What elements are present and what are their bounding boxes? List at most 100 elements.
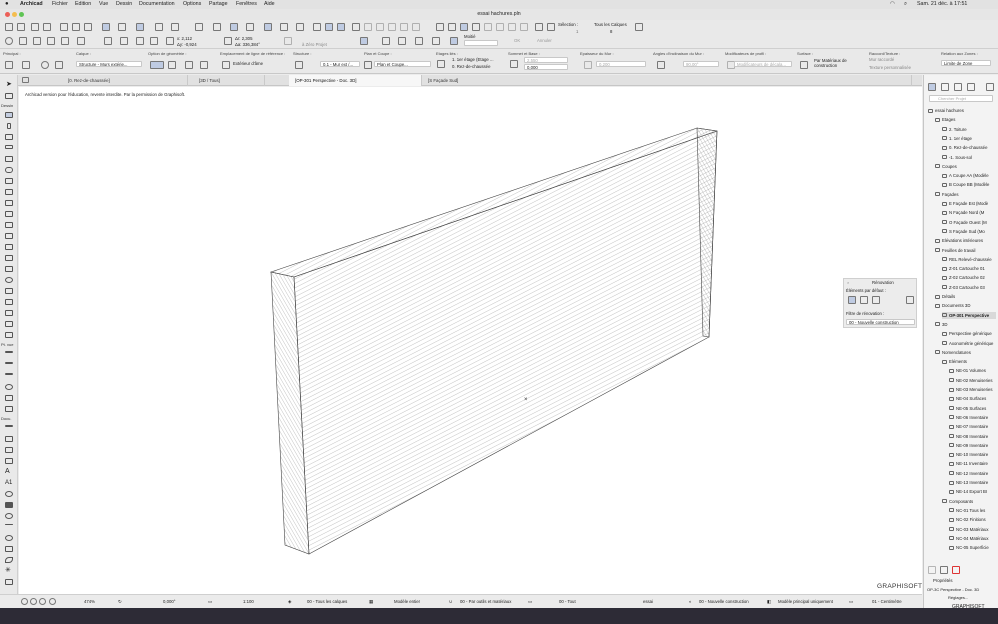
section-tool[interactable] xyxy=(5,351,13,353)
navigator-item[interactable]: B Coupe BB (Modèle xyxy=(942,181,996,188)
thickness-icon[interactable] xyxy=(584,61,592,69)
cut-icon[interactable] xyxy=(264,23,272,31)
ruler-icon[interactable] xyxy=(77,37,85,45)
plan-section-select[interactable]: Plan et Coupe... xyxy=(374,61,431,67)
layers-icon[interactable] xyxy=(213,23,221,31)
navigator-item[interactable]: NE-09 Inventaire xyxy=(949,442,996,449)
structure-icon[interactable]: ◧ xyxy=(767,599,771,605)
linked-stories-icon[interactable] xyxy=(437,60,445,68)
navigator-item[interactable]: E Façade Est (Modè xyxy=(942,200,996,207)
drag-icon[interactable] xyxy=(412,23,420,31)
navigator-item[interactable]: 2. Toiture xyxy=(942,126,996,133)
opening-tool[interactable] xyxy=(5,255,13,261)
zoom-in-icon[interactable] xyxy=(496,23,504,31)
worksheet-tool[interactable] xyxy=(5,384,13,390)
layer-select[interactable]: Structure - Murs extérie... xyxy=(76,61,142,67)
project-value[interactable]: essai xyxy=(643,599,653,604)
trim-icon[interactable] xyxy=(364,23,372,31)
trapezoid-wall-icon[interactable] xyxy=(185,61,193,69)
redo-icon[interactable] xyxy=(43,23,51,31)
top-base-icon[interactable] xyxy=(510,60,518,68)
guide-icon[interactable] xyxy=(195,23,203,31)
lock-icon[interactable] xyxy=(166,37,174,45)
navigator-item[interactable]: NC-03 Matériaux xyxy=(949,526,996,533)
info-icon[interactable] xyxy=(5,37,13,45)
model-view-icon[interactable]: ▦ xyxy=(369,599,373,605)
zoom-in-status-icon[interactable] xyxy=(30,598,37,605)
plan-section-icon[interactable] xyxy=(364,61,372,69)
hotspot-tool[interactable]: ✳ xyxy=(5,567,13,574)
cancel-icon[interactable] xyxy=(104,37,112,45)
navigator-item[interactable]: Elévations intérieures xyxy=(935,237,996,244)
zone-stamp-tool[interactable] xyxy=(5,491,13,497)
navigator-item[interactable]: OP-301 Perspective xyxy=(942,311,996,319)
marquee-tool[interactable] xyxy=(5,93,13,99)
line-tool[interactable] xyxy=(5,524,13,525)
structure-display-value[interactable]: Modèle principal uniquement xyxy=(778,599,833,604)
polyline-tool[interactable] xyxy=(5,546,13,552)
coord-angle[interactable]: Δa: 336,384° xyxy=(235,42,260,47)
marquee-icon[interactable] xyxy=(448,23,456,31)
dimension-value[interactable]: 01 - Centimètre xyxy=(872,599,902,604)
slab-tool[interactable] xyxy=(5,145,13,149)
wall-end-tool[interactable] xyxy=(5,321,13,327)
grid-element-tool[interactable] xyxy=(5,332,13,338)
stretch-icon[interactable] xyxy=(352,23,360,31)
absolute-coord-icon[interactable] xyxy=(136,37,144,45)
layer-combination[interactable]: 00 - Tous les calques xyxy=(307,599,347,604)
navigator-item[interactable]: 1. 1er étage xyxy=(942,135,996,142)
corner-window-tool[interactable] xyxy=(5,222,13,228)
navigator-item[interactable]: Documents 3D xyxy=(935,302,996,309)
clock-text[interactable]: Sam. 21 déc. à 17:51 xyxy=(917,0,967,9)
cursor-snap-icon[interactable] xyxy=(484,23,492,31)
lamp-tool[interactable] xyxy=(5,277,13,283)
navigator-item[interactable]: NE-14 Export BI xyxy=(949,488,996,495)
navigator-item[interactable]: Z-02 Cartouche 02 xyxy=(942,274,996,281)
line-method-icon[interactable] xyxy=(102,23,110,31)
spline-tool[interactable] xyxy=(5,557,13,563)
beam-tool[interactable] xyxy=(5,134,13,140)
navigator-item[interactable]: 3D xyxy=(935,321,996,328)
junction-value[interactable]: Mur raccordé xyxy=(867,57,896,63)
roof-tool[interactable] xyxy=(5,156,13,162)
polyline-method-icon[interactable] xyxy=(118,23,126,31)
snap-icon[interactable] xyxy=(171,23,179,31)
display-value[interactable]: 00 - Tout xyxy=(559,599,576,604)
top-value[interactable]: 2,550 xyxy=(524,57,568,63)
fill2-tool[interactable] xyxy=(5,513,13,519)
wall-settings-icon[interactable] xyxy=(22,61,30,69)
navigator-item[interactable]: Façades xyxy=(935,191,996,198)
reference-line-value[interactable]: Extérieur d'âme xyxy=(231,61,265,67)
window-tool[interactable] xyxy=(5,211,13,217)
texture-value[interactable]: Texture personnalisée xyxy=(867,65,913,71)
menu-options[interactable]: Options xyxy=(183,0,201,9)
navigator-item[interactable]: Etages xyxy=(935,116,996,123)
menu-dessin[interactable]: Dessin xyxy=(116,0,132,9)
bounce-icon[interactable] xyxy=(415,37,423,45)
radial-dimension-tool[interactable] xyxy=(5,447,13,453)
figure-tool[interactable] xyxy=(5,579,13,585)
wall-tool[interactable] xyxy=(5,112,13,118)
wall-slant-value[interactable]: 90,00° xyxy=(683,61,719,67)
navigator-item[interactable]: NE-03 Menuiseries xyxy=(949,386,996,393)
navigator-item[interactable]: Perspective générique xyxy=(942,330,996,337)
relative-coord-icon[interactable] xyxy=(150,37,158,45)
render-icon[interactable] xyxy=(296,23,304,31)
change-tool[interactable] xyxy=(5,406,13,412)
new-view-icon[interactable] xyxy=(928,566,936,574)
new-status-icon[interactable] xyxy=(872,296,880,304)
wall-reference-icon[interactable] xyxy=(41,61,49,69)
top-story-value[interactable]: 1. 1er étage (Etage ... xyxy=(450,57,496,63)
navigator-item[interactable]: NC-04 Matériaux xyxy=(949,535,996,542)
navigator-item[interactable]: -1. Sous-sol xyxy=(942,154,996,161)
orbit-icon[interactable] xyxy=(460,23,468,31)
zoom-level[interactable]: 474% xyxy=(84,599,95,604)
wifi-icon[interactable]: ◠ xyxy=(890,0,895,9)
arrow-icon[interactable] xyxy=(120,37,128,45)
curved-wall-icon[interactable] xyxy=(168,61,176,69)
settings-button[interactable]: Réglages... xyxy=(948,595,968,600)
navigator-item[interactable]: Z-03 Cartouche 03 xyxy=(942,284,996,291)
detail-tool[interactable] xyxy=(5,395,13,401)
pick-icon[interactable] xyxy=(84,23,92,31)
tab-south-facade[interactable]: [S Façade Sud] xyxy=(422,75,912,86)
